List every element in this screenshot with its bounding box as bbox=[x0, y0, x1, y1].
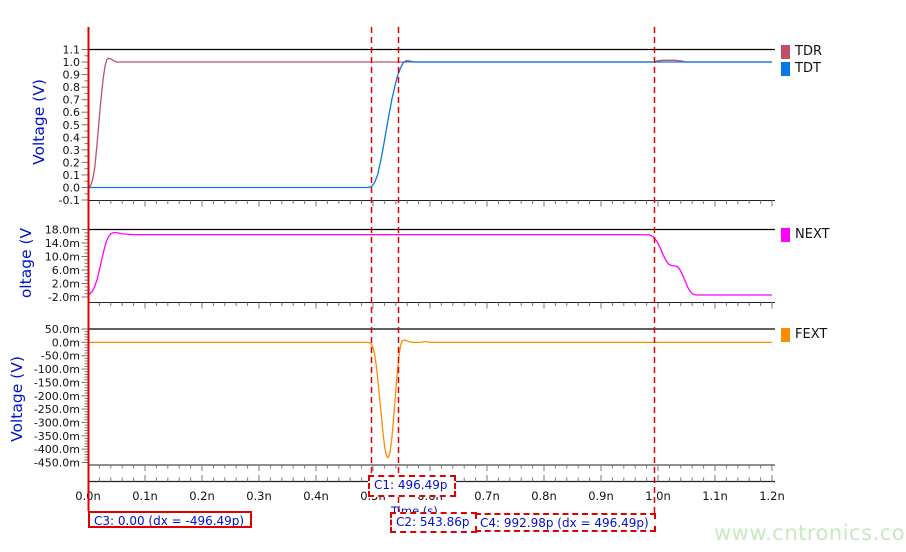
y-tick-label: -100.0m bbox=[34, 363, 80, 376]
y-tick-label: -200.0m bbox=[34, 390, 80, 403]
y-tick-label: 2.0m bbox=[52, 278, 80, 291]
plot3: 50.0m0.0m-50.0m-100.0m-150.0m-200.0m-250… bbox=[34, 323, 775, 471]
legend-item-tdr[interactable]: TDR bbox=[781, 44, 822, 59]
x-tick-label: 1.0n bbox=[645, 489, 671, 503]
y-tick-label: 0.5 bbox=[63, 119, 81, 132]
x-tick-label: 0.7n bbox=[474, 489, 500, 503]
y-tick-label: 0.0 bbox=[63, 181, 81, 194]
y-tick-label: -350.0m bbox=[34, 430, 80, 443]
y-tick-label: 0.2 bbox=[63, 156, 81, 169]
y-tick-label: 6.0m bbox=[52, 264, 80, 277]
fext-legend-label: FEXT bbox=[795, 327, 827, 342]
y-tick-label: -2.0m bbox=[48, 291, 80, 304]
x-tick-label: 1.2n bbox=[759, 489, 785, 503]
next-legend-swatch bbox=[781, 228, 790, 242]
trace-TDR bbox=[88, 58, 772, 187]
cursor-c1-readout[interactable]: C1: 496.49p bbox=[368, 475, 456, 497]
y-tick-label: 10.0m bbox=[45, 251, 80, 264]
y-tick-label: 18.0m bbox=[45, 224, 80, 237]
x-tick-label: 0.1n bbox=[132, 489, 158, 503]
y-tick-label: 14.0m bbox=[45, 237, 80, 250]
x-tick-label: 0.9n bbox=[588, 489, 614, 503]
y-tick-label: 50.0m bbox=[45, 323, 80, 336]
cursor-c4-readout[interactable]: C4: 992.98p (dx = 496.49p) bbox=[475, 513, 656, 532]
y-tick-label: -150.0m bbox=[34, 376, 80, 389]
y-tick-label: -400.0m bbox=[34, 443, 80, 456]
x-tick-label: 0.4n bbox=[303, 489, 329, 503]
waveform-viewer: 1.11.00.90.80.70.60.50.40.30.20.10.0-0.1… bbox=[0, 0, 906, 552]
cursor-c3-readout[interactable]: C3: 0.00 (dx = -496.49p) bbox=[88, 511, 252, 528]
y-tick-label: 1.0 bbox=[63, 56, 81, 69]
x-tick-label: 0.3n bbox=[246, 489, 272, 503]
tdt-legend-swatch bbox=[781, 62, 790, 76]
plot2-y-axis-title: oltage (V bbox=[17, 188, 35, 338]
legend-item-fext[interactable]: FEXT bbox=[781, 327, 827, 342]
legend-item-tdt[interactable]: TDT bbox=[781, 61, 821, 76]
x-tick-label: 1.1n bbox=[702, 489, 728, 503]
y-tick-label: -450.0m bbox=[34, 457, 80, 470]
y-tick-label: 0.6 bbox=[63, 106, 81, 119]
y-tick-label: 0.8 bbox=[63, 81, 81, 94]
y-tick-label: 0.4 bbox=[63, 131, 81, 144]
watermark: www.cntronics.com bbox=[714, 521, 906, 545]
x-tick-label: 0.8n bbox=[531, 489, 557, 503]
plot-canvas: 1.11.00.90.80.70.60.50.40.30.20.10.0-0.1… bbox=[0, 0, 906, 552]
y-tick-label: 0.0m bbox=[52, 336, 80, 349]
tdr-legend-swatch bbox=[781, 45, 790, 59]
y-tick-label: -300.0m bbox=[34, 416, 80, 429]
plot2: 18.0m14.0m10.0m6.0m2.0m-2.0m bbox=[45, 224, 775, 309]
y-tick-label: 0.7 bbox=[63, 94, 81, 107]
x-tick-label: 0.2n bbox=[189, 489, 215, 503]
tdt-legend-label: TDT bbox=[795, 61, 821, 76]
cursor-c2-readout[interactable]: C2: 543.86p bbox=[390, 512, 477, 533]
y-tick-label: 0.1 bbox=[63, 169, 81, 182]
plot1: 1.11.00.90.80.70.60.50.40.30.20.10.0-0.1 bbox=[59, 44, 775, 208]
y-tick-label: -0.1 bbox=[59, 194, 80, 207]
fext-legend-swatch bbox=[781, 328, 790, 342]
y-tick-label: 0.9 bbox=[63, 69, 81, 82]
y-tick-label: 0.3 bbox=[63, 144, 81, 157]
plot1-y-axis-title: Voltage (V) bbox=[30, 47, 48, 197]
y-tick-label: -50.0m bbox=[41, 350, 80, 363]
y-tick-label: 1.1 bbox=[63, 44, 81, 57]
legend-item-next[interactable]: NEXT bbox=[781, 227, 830, 242]
trace-FEXT bbox=[88, 340, 772, 458]
plot3-y-axis-title: Voltage (V) bbox=[8, 324, 26, 474]
tdr-legend-label: TDR bbox=[795, 44, 822, 59]
next-legend-label: NEXT bbox=[795, 227, 830, 242]
y-tick-label: -250.0m bbox=[34, 403, 80, 416]
trace-TDT bbox=[88, 61, 772, 188]
trace-NEXT bbox=[88, 233, 772, 296]
